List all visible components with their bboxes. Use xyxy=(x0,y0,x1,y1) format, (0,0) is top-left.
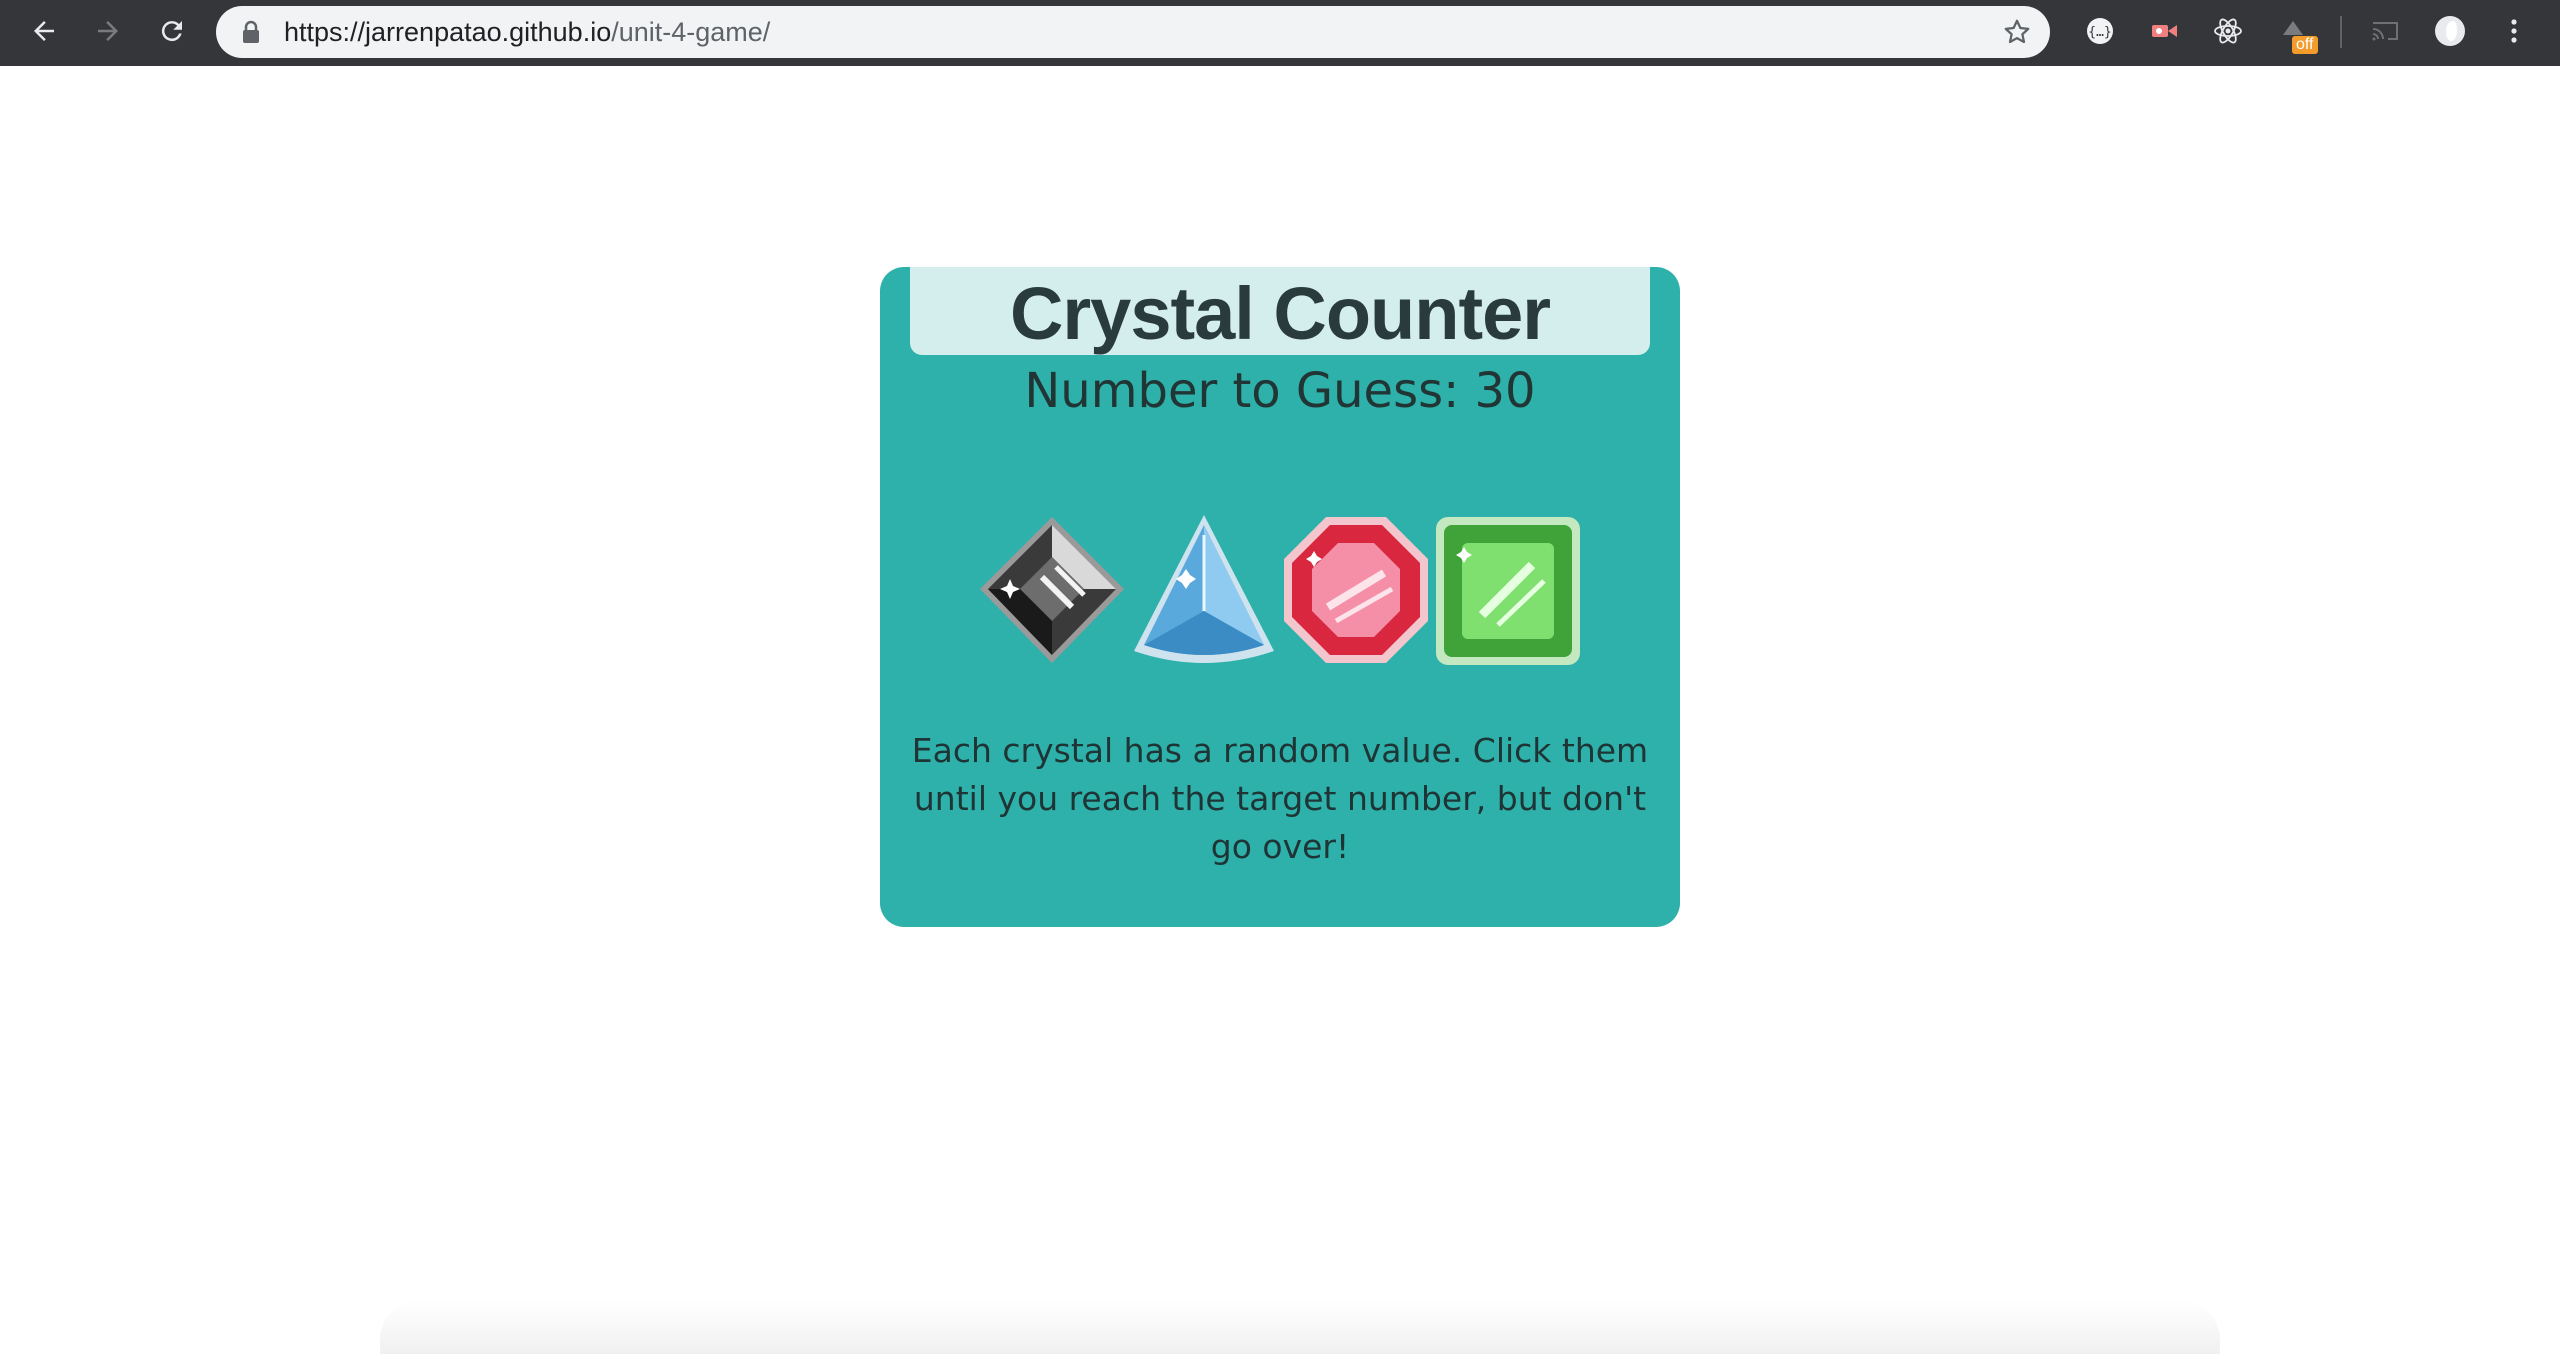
video-recorder-icon xyxy=(2148,15,2180,51)
svg-text:{…}: {…} xyxy=(2088,25,2111,40)
json-viewer-extension[interactable]: {…} xyxy=(2081,14,2119,52)
url-path: /unit-4-game/ xyxy=(611,17,771,47)
extension-badge: off xyxy=(2292,36,2318,54)
page-bottom-shadow xyxy=(380,1300,2220,1354)
react-devtools-icon xyxy=(2212,15,2244,51)
crystal-row xyxy=(975,511,1585,671)
video-recorder-extension[interactable] xyxy=(2145,14,2183,52)
profile-avatar-icon xyxy=(2434,15,2466,51)
reload-icon xyxy=(157,16,187,50)
black-crystal-button[interactable] xyxy=(976,511,1128,671)
lock-icon xyxy=(240,20,262,44)
react-devtools-extension[interactable] xyxy=(2209,14,2247,52)
json-viewer-icon: {…} xyxy=(2084,15,2116,51)
extension-off[interactable]: off xyxy=(2274,14,2318,54)
back-button[interactable] xyxy=(20,9,68,57)
blue-crystal-icon xyxy=(1134,515,1274,663)
url-host: https://jarrenpatao.github.io xyxy=(284,17,612,47)
browser-menu-button[interactable] xyxy=(2495,14,2533,52)
address-bar[interactable]: https://jarrenpatao.github.io/unit-4-gam… xyxy=(216,6,2050,58)
forward-arrow-icon xyxy=(93,16,123,50)
black-crystal-icon xyxy=(980,517,1124,663)
cast-icon xyxy=(2369,15,2401,51)
reload-button[interactable] xyxy=(148,9,196,57)
instructions-text: Each crystal has a random value. Click t… xyxy=(911,731,1649,866)
red-crystal-button[interactable] xyxy=(1280,511,1432,671)
page-title: Crystal Counter xyxy=(1009,272,1551,355)
more-menu-icon xyxy=(2498,15,2530,51)
forward-button[interactable] xyxy=(84,9,132,57)
url-text[interactable]: https://jarrenpatao.github.io/unit-4-gam… xyxy=(284,6,770,58)
bookmark-star-icon[interactable] xyxy=(2002,17,2032,47)
target-number: Number to Guess: 30 xyxy=(1024,363,1536,419)
back-arrow-icon xyxy=(29,16,59,50)
red-crystal-icon xyxy=(1284,517,1428,663)
green-crystal-button[interactable] xyxy=(1432,511,1584,671)
toolbar-divider xyxy=(2340,16,2342,48)
profile-button[interactable] xyxy=(2431,14,2469,52)
browser-toolbar: https://jarrenpatao.github.io/unit-4-gam… xyxy=(0,0,2560,66)
title-box: Crystal Counter xyxy=(910,267,1650,355)
green-crystal-icon xyxy=(1436,517,1580,665)
cast-button[interactable] xyxy=(2366,14,2404,52)
game-card: Crystal Counter Number to Guess: 30 Each… xyxy=(880,267,1680,927)
blue-crystal-button[interactable] xyxy=(1128,511,1280,671)
